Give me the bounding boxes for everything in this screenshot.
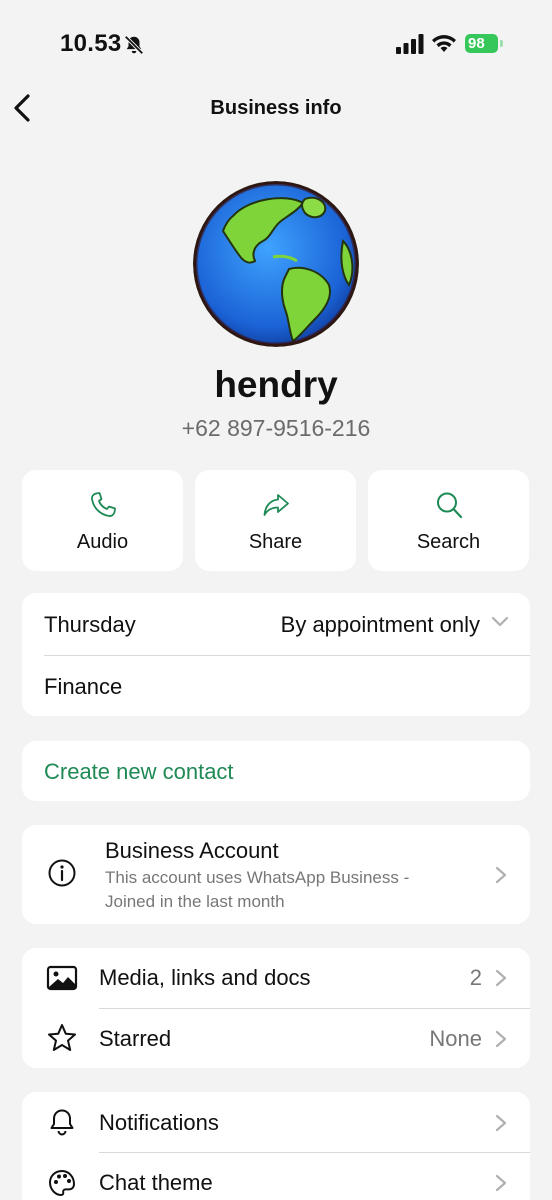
share-icon <box>263 494 289 516</box>
avatar[interactable] <box>193 181 359 347</box>
image-icon <box>46 965 78 991</box>
audio-call-button[interactable]: Audio <box>22 470 183 571</box>
chevron-right-icon <box>495 1030 507 1048</box>
business-category: Finance <box>44 674 123 699</box>
share-button[interactable]: Share <box>195 470 356 571</box>
chevron-right-icon <box>495 866 507 884</box>
contact-phone: +62 897-9516-216 <box>181 415 371 441</box>
nav-bar: Business info <box>0 90 552 130</box>
battery-level: 98 <box>465 34 498 53</box>
business-account-row[interactable]: Business Account This account uses Whats… <box>22 825 530 924</box>
bell-icon <box>50 1109 74 1136</box>
media-count: 2 <box>469 965 482 990</box>
contact-name: hendry <box>214 364 338 405</box>
bell-off-icon <box>124 35 144 55</box>
chevron-down-icon[interactable] <box>490 615 510 629</box>
business-account-line1: This account uses WhatsApp Business - <box>105 868 410 887</box>
info-icon <box>48 859 76 887</box>
share-label: Share <box>248 531 303 553</box>
media-label: Media, links and docs <box>99 965 311 990</box>
page-title: Business info <box>210 97 342 119</box>
status-bar: 10.53 98 <box>0 0 552 90</box>
search-icon <box>437 492 463 519</box>
starred-value: None <box>429 1026 482 1051</box>
create-new-contact-button[interactable]: Create new contact <box>22 741 530 801</box>
settings-card: Notifications Chat theme <box>22 1092 530 1200</box>
hours-value[interactable]: By appointment only <box>281 612 480 638</box>
search-label: Search <box>416 531 481 553</box>
status-time: 10.53 <box>60 30 122 57</box>
chat-theme-label: Chat theme <box>99 1170 213 1195</box>
chevron-right-icon <box>495 1174 507 1192</box>
chevron-right-icon <box>495 1114 507 1132</box>
palette-icon <box>48 1169 76 1197</box>
phone-icon <box>91 492 116 517</box>
business-account-line2: Joined in the last month <box>105 892 285 911</box>
starred-row[interactable]: Starred None <box>22 1009 530 1068</box>
hours-day: Thursday <box>44 612 136 637</box>
signal-icon <box>396 34 424 54</box>
notifications-row[interactable]: Notifications <box>22 1092 530 1152</box>
media-links-docs-row[interactable]: Media, links and docs 2 <box>22 948 530 1008</box>
notifications-label: Notifications <box>99 1110 219 1135</box>
starred-label: Starred <box>99 1026 172 1051</box>
business-info-screen: 10.53 98 Business info hendry +62 897-95… <box>0 0 552 1200</box>
star-icon <box>48 1024 76 1051</box>
audio-label: Audio <box>76 531 129 553</box>
divider <box>44 655 530 656</box>
search-button[interactable]: Search <box>368 470 529 571</box>
business-hours-card: Thursday By appointment only Finance <box>22 593 530 716</box>
wifi-icon <box>432 35 456 52</box>
create-contact-label: Create new contact <box>44 759 234 784</box>
media-starred-card: Media, links and docs 2 Starred None <box>22 948 530 1068</box>
business-account-title: Business Account <box>105 838 279 863</box>
chat-theme-row[interactable]: Chat theme <box>22 1153 530 1200</box>
battery-icon: 98 <box>465 34 505 54</box>
chevron-right-icon <box>495 969 507 987</box>
